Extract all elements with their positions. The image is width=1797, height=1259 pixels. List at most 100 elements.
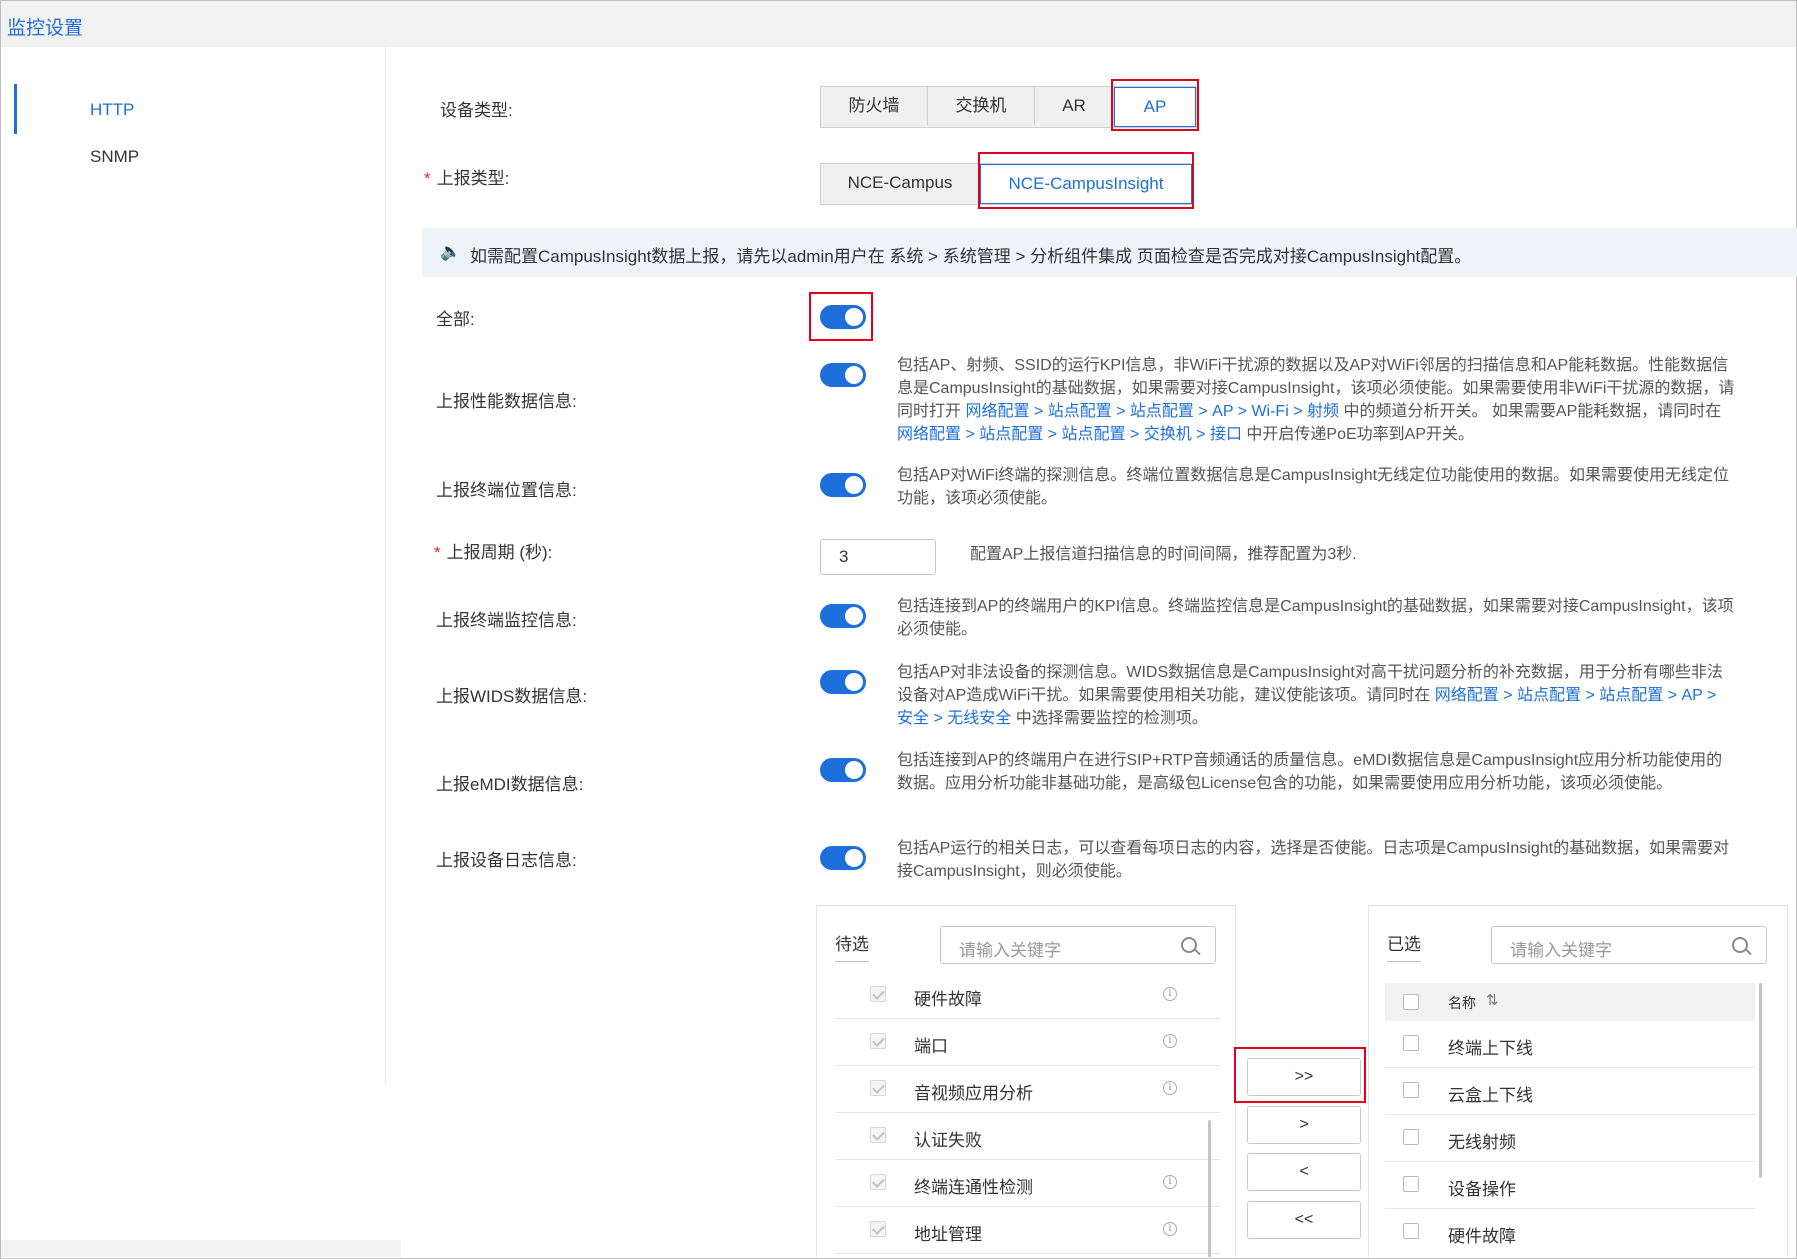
device-type-option-ar[interactable]: AR [1035,87,1114,125]
source-item-checkbox [870,1174,886,1190]
source-item-checkbox [870,986,886,1002]
info-icon[interactable]: i [1163,1175,1177,1189]
sidebar-item-http[interactable]: HTTP [90,100,134,120]
target-table-header: 名称 ⇅ [1385,983,1755,1021]
info-icon[interactable]: i [1163,987,1177,1001]
target-item-label: 终端上下线 [1448,1039,1533,1058]
perf-link-radio[interactable]: 网络配置 > 站点配置 > 站点配置 > AP > Wi-Fi > 射频 [965,403,1339,420]
source-search-placeholder: 请输入关键字 [959,941,1061,960]
target-scrollbar[interactable] [1759,983,1762,1178]
source-item-label: 音视频应用分析 [914,1084,1033,1103]
search-icon[interactable] [1732,937,1748,953]
move-all-right-button[interactable]: >> [1247,1058,1361,1096]
source-item-label: 终端连通性检测 [914,1178,1033,1197]
source-scrollbar[interactable] [1208,1120,1211,1257]
wids-desc-text-2: 中选择需要监控的检测项。 [1011,710,1208,727]
all-label: 全部: [436,310,475,329]
target-list-item[interactable]: 设备操作 [1385,1162,1755,1209]
source-list-item: 地址管理 i [835,1207,1220,1254]
wids-toggle[interactable] [820,670,866,694]
all-toggle[interactable] [820,305,866,329]
info-icon[interactable]: i [1163,1222,1177,1236]
emdi-description: 包括连接到AP的终端用户在进行SIP+RTP音频通话的质量信息。eMDI数据信息… [897,752,1723,792]
report-type-segmented: NCE-Campus NCE-CampusInsight [820,163,1193,205]
device-type-label: 设备类型: [440,101,513,120]
header-bar: 监控设置 [1,1,1796,47]
source-list-item: 音视频应用分析 i [835,1066,1220,1113]
name-column-header[interactable]: 名称 [1448,993,1476,1013]
required-marker: * [424,169,431,188]
target-list-item[interactable]: 终端上下线 [1385,1021,1755,1068]
source-list-item: 硬件故障 i [835,972,1220,1019]
device-type-option-ap[interactable]: AP [1114,87,1196,127]
source-item-checkbox [870,1221,886,1237]
sidebar-item-snmp[interactable]: SNMP [90,147,139,167]
info-icon[interactable]: i [1163,1034,1177,1048]
perf-link-interface[interactable]: 网络配置 > 站点配置 > 站点配置 > 交换机 > 接口 [897,426,1242,443]
target-item-checkbox[interactable] [1403,1176,1419,1192]
device-type-option-switch[interactable]: 交换机 [928,87,1035,125]
report-type-option-campus[interactable]: NCE-Campus [821,164,980,202]
terminal-label: 上报终端监控信息: [436,611,577,630]
speaker-icon: 🔈 [440,242,462,261]
source-search-input[interactable]: 请输入关键字 [940,926,1216,964]
terminal-toggle[interactable] [820,604,866,628]
source-item-checkbox [870,1127,886,1143]
report-type-option-campusinsight[interactable]: NCE-CampusInsight [980,164,1192,204]
perf-toggle[interactable] [820,363,866,387]
transfer-source-panel: 待选 请输入关键字 硬件故障 i 端口 i 音视频应用分析 i 认证失败 终端连… [816,905,1236,1257]
period-label-text: 上报周期 (秒): [446,543,553,562]
perf-desc-text-2: 中的频道分析开关。 如果需要AP能耗数据，请同时在 [1339,403,1722,420]
wids-label: 上报WIDS数据信息: [436,687,588,706]
wids-description: 包括AP对非法设备的探测信息。WIDS数据信息是CampusInsight对高干… [897,661,1735,730]
target-item-checkbox[interactable] [1403,1129,1419,1145]
emdi-label: 上报eMDI数据信息: [436,775,584,794]
log-description: 包括AP运行的相关日志，可以查看每项日志的内容，选择是否使能。日志项是Campu… [897,840,1730,880]
select-all-checkbox[interactable] [1403,994,1419,1010]
perf-description: 包括AP、射频、SSID的运行KPI信息，非WiFi干扰源的数据以及AP对WiF… [897,354,1735,446]
source-item-checkbox [870,1033,886,1049]
sidebar [1,47,386,1085]
emdi-toggle[interactable] [820,758,866,782]
sidebar-active-indicator [14,84,17,134]
source-list-item: 端口 i [835,1019,1220,1066]
target-title-underline [1387,961,1421,962]
info-icon[interactable]: i [1163,1081,1177,1095]
source-item-label: 硬件故障 [914,990,982,1009]
location-description: 包括AP对WiFi终端的探测信息。终端位置数据信息是CampusInsight无… [897,467,1730,507]
location-label: 上报终端位置信息: [436,481,577,500]
target-item-label: 硬件故障 [1448,1227,1516,1246]
target-list-item[interactable]: 硬件故障 [1385,1209,1755,1256]
terminal-description: 包括连接到AP的终端用户的KPI信息。终端监控信息是CampusInsight的… [897,598,1734,638]
sidebar-footer [1,1240,401,1257]
source-list-item: 认证失败 [835,1113,1220,1160]
search-icon[interactable] [1181,937,1197,953]
report-type-label-text: 上报类型: [436,169,510,188]
target-list-item[interactable]: 无线射频 [1385,1115,1755,1162]
target-item-checkbox[interactable] [1403,1082,1419,1098]
move-all-left-button[interactable]: << [1247,1201,1361,1239]
perf-desc-text-3: 中开启传递PoE功率到AP开关。 [1241,426,1474,443]
source-title-underline [835,961,869,962]
location-toggle[interactable] [820,473,866,497]
target-item-checkbox[interactable] [1403,1223,1419,1239]
period-hint: 配置AP上报信道扫描信息的时间间隔，推荐配置为3秒. [970,546,1357,563]
perf-label: 上报性能数据信息: [436,392,577,411]
source-item-label: 地址管理 [914,1225,982,1244]
target-search-placeholder: 请输入关键字 [1510,941,1612,960]
target-item-checkbox[interactable] [1403,1035,1419,1051]
target-search-input[interactable]: 请输入关键字 [1491,926,1767,964]
target-item-label: 云盒上下线 [1448,1086,1533,1105]
target-list-item[interactable]: 云盒上下线 [1385,1068,1755,1115]
source-item-checkbox [870,1080,886,1096]
log-toggle[interactable] [820,846,866,870]
source-item-label: 端口 [914,1037,948,1056]
device-type-option-firewall[interactable]: 防火墙 [821,87,928,125]
move-left-button[interactable]: < [1247,1153,1361,1191]
move-right-button[interactable]: > [1247,1106,1361,1144]
period-input[interactable]: 3 [820,539,936,575]
source-list-item: 终端连通性检测 i [835,1160,1220,1207]
sort-icon[interactable]: ⇅ [1486,991,1499,1009]
source-item-label: 认证失败 [914,1131,982,1150]
target-item-label: 无线射频 [1448,1133,1516,1152]
